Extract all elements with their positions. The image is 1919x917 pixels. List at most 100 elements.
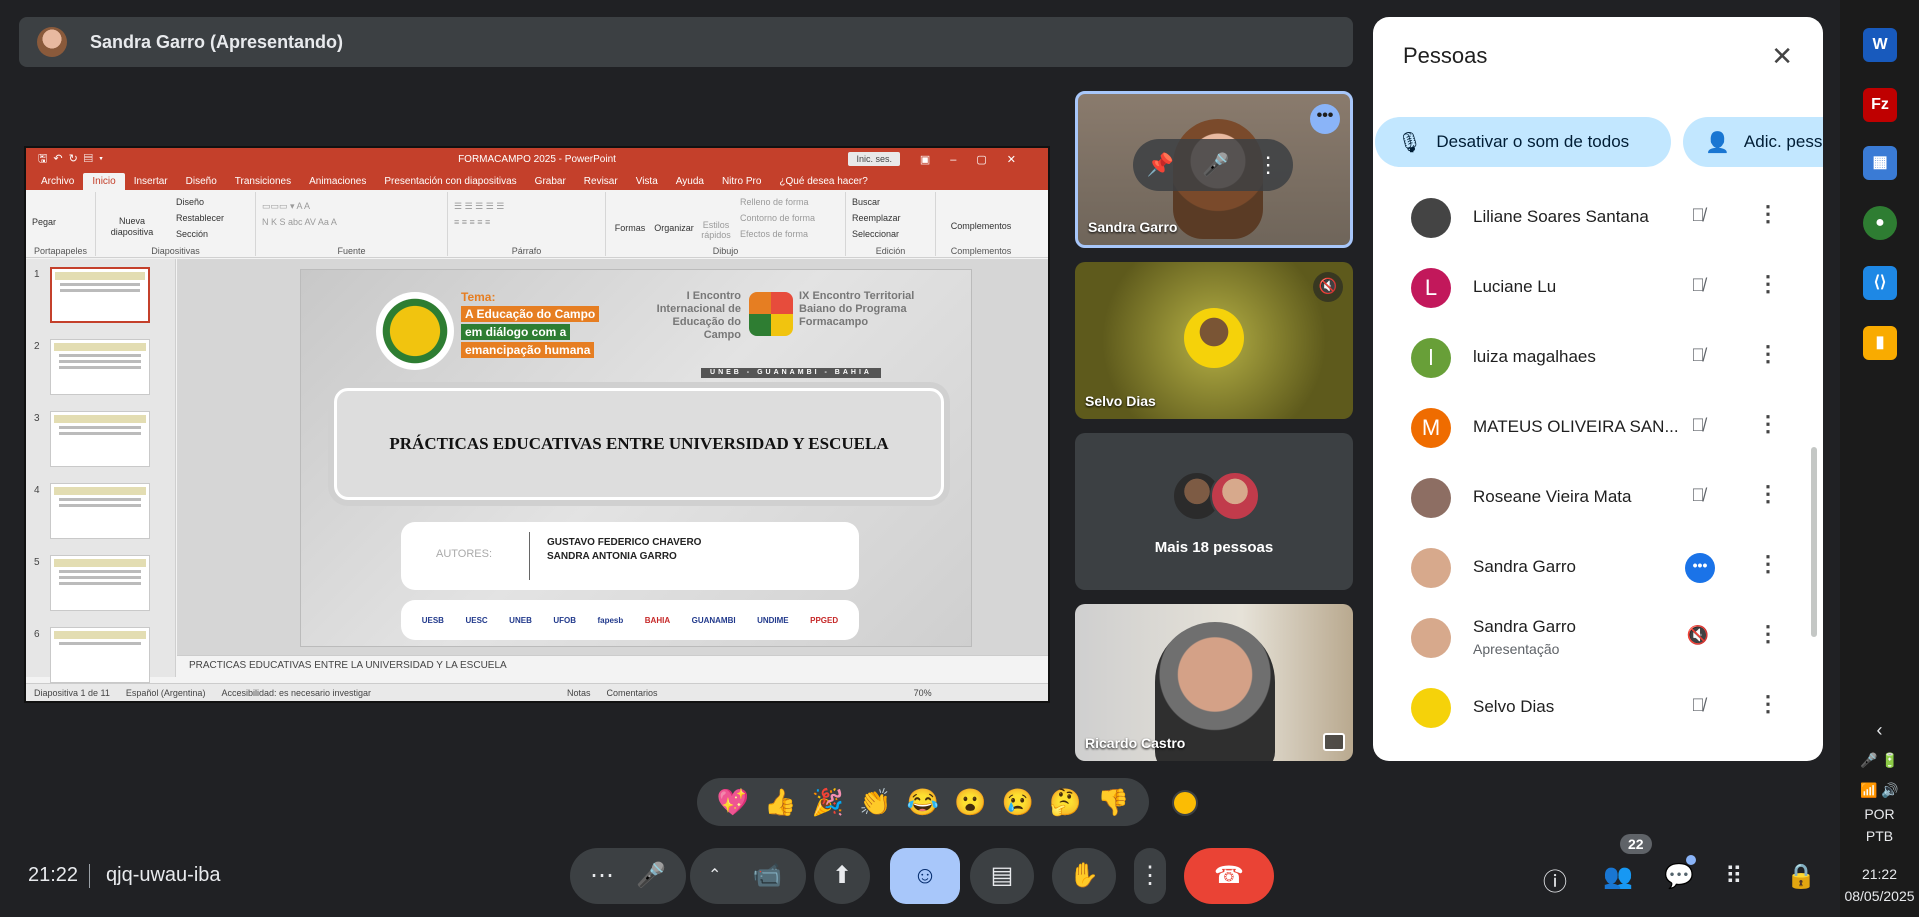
estilos-label: Estilos rápidos (701, 220, 731, 240)
reaction-surprised[interactable]: 😮 (954, 787, 986, 818)
chat-icon[interactable]: 💬 (1664, 862, 1694, 891)
mic-icon[interactable]: 🎤 (636, 848, 666, 904)
reaction-laugh[interactable]: 😂 (907, 787, 939, 818)
avatar: L (1411, 268, 1451, 308)
notification-dot (1686, 855, 1696, 865)
more-vert-icon[interactable]: ⋮ (1757, 621, 1779, 647)
participant-list: Liliane Soares Santana 🎙̸ ⋮ L Luciane Lu… (1373, 183, 1823, 761)
reaction-party[interactable]: 🎉 (812, 787, 844, 818)
shared-screen: 🖫↶↻▤▾ FORMACAMPO 2025 - PowerPoint Inic.… (24, 146, 1050, 703)
participant-row[interactable]: Selvo Dias 🎙̸ ⋮ (1373, 673, 1823, 743)
close-icon[interactable]: ✕ (1771, 41, 1793, 72)
diseno-label: Diseño (176, 197, 205, 207)
ppt-tab: Presentación con diapositivas (384, 176, 517, 187)
participant-row[interactable]: Liliane Soares Santana 🎙̸ ⋮ (1373, 183, 1823, 253)
more-vert-icon[interactable]: ⋮ (1757, 341, 1779, 367)
participant-row[interactable]: L Luciane Lu 🎙̸ ⋮ (1373, 253, 1823, 323)
filezilla-icon[interactable]: Fz (1863, 88, 1897, 122)
contorno-label: Contorno de forma (740, 213, 816, 223)
avatar (1411, 478, 1451, 518)
video-tile-ricardo[interactable]: Ricardo Castro (1075, 604, 1353, 761)
slide-title: PRÁCTICAS EDUCATIVAS ENTRE UNIVERSIDAD Y… (389, 434, 889, 453)
people-icon[interactable]: 👥 (1603, 862, 1633, 891)
evernote-icon[interactable]: ● (1863, 206, 1897, 240)
expand-icon[interactable] (1323, 733, 1345, 751)
participant-row[interactable]: l luiza magalhaes 🎙̸ ⋮ (1373, 323, 1823, 393)
skin-tone-selector[interactable] (1172, 790, 1198, 816)
more-vert-icon: ⋮ (1138, 862, 1162, 889)
leave-call-button[interactable]: ☎ (1184, 848, 1274, 904)
participant-name: Luciane Lu (1473, 277, 1557, 296)
present-button[interactable]: ⬆ (814, 848, 870, 904)
vscode-icon[interactable]: ⟨⟩ (1863, 266, 1897, 300)
info-icon[interactable]: ⓘ (1543, 862, 1567, 897)
ppt-tab: Diseño (185, 176, 217, 187)
more-vert-icon[interactable]: ⋮ (1757, 691, 1779, 717)
tema-line2: em diálogo com a (461, 324, 571, 340)
sticky-notes-icon[interactable]: ▮ (1863, 326, 1897, 360)
more-vert-icon[interactable]: ⋮ (1757, 481, 1779, 507)
taskbar-time[interactable]: 21:22 (1840, 866, 1919, 882)
participant-row[interactable]: Sandra Garro Apresentação 🔇 ⋮ (1373, 603, 1823, 673)
add-people-button[interactable]: 👤 Adic. pessoas (1683, 117, 1823, 167)
participant-row[interactable]: Roseane Vieira Mata 🎙̸ ⋮ (1373, 463, 1823, 533)
reaction-thinking[interactable]: 🤔 (1049, 787, 1081, 818)
input-lang-2[interactable]: PTB (1840, 828, 1919, 844)
video-tile-sandra[interactable]: 📌 🎤 ⋮ ••• Sandra Garro (1075, 91, 1353, 248)
complementos-button: Complementos (950, 221, 1012, 231)
input-lang-1[interactable]: POR (1840, 806, 1919, 822)
reaction-sad[interactable]: 😢 (1002, 787, 1034, 818)
pin-icon[interactable]: 📌 (1147, 152, 1174, 178)
app-icon[interactable]: ▦ (1863, 146, 1897, 180)
panel-scrollbar[interactable] (1811, 447, 1817, 637)
pegar-label: Pegar (32, 217, 57, 227)
avatar (1411, 688, 1451, 728)
participant-name: Sandra Garro (1473, 557, 1576, 576)
participant-row[interactable]: Sandra Garro ••• ⋮ (1373, 533, 1823, 603)
ppt-tab: Transiciones (234, 176, 292, 187)
more-options-button[interactable]: ⋮ (1134, 848, 1166, 904)
group-portapapeles: Pegar Portapapeles (26, 192, 96, 256)
thumb-number: 5 (34, 557, 40, 568)
chevron-left-icon[interactable]: ‹ (1840, 720, 1919, 741)
more-audio-options-icon[interactable]: ⋯ (590, 848, 614, 904)
activities-icon[interactable]: ⠿ (1725, 862, 1743, 891)
reaction-clap[interactable]: 👏 (859, 787, 891, 818)
group-label: Complementos (950, 246, 1012, 256)
video-tile-more-people[interactable]: Mais 18 pessoas (1075, 433, 1353, 590)
more-vert-icon[interactable]: ⋮ (1757, 201, 1779, 227)
more-vert-icon[interactable]: ⋮ (1757, 271, 1779, 297)
host-controls-icon[interactable]: 🔒 (1786, 862, 1816, 891)
captions-button[interactable]: ▤ (970, 848, 1034, 904)
ppt-tab: Vista (635, 176, 658, 187)
video-tile-selvo[interactable]: 🔇 Selvo Dias (1075, 262, 1353, 419)
word-icon[interactable]: W (1863, 28, 1897, 62)
reaction-heart[interactable]: 💖 (717, 787, 749, 818)
author-1: GUSTAVO FEDERICO CHAVERO (547, 537, 702, 548)
group-label: Portapapeles (33, 246, 88, 256)
network-volume-icons[interactable]: 📶 🔊 (1840, 782, 1919, 799)
more-vert-icon[interactable]: ⋮ (1257, 152, 1279, 178)
raise-hand-button[interactable]: ✋ (1052, 848, 1116, 904)
group-parrafo: ☰ ☰ ☰ ☰ ☰ ≡ ≡ ≡ ≡ ≡ Párrafo (448, 192, 606, 256)
reaction-thumbs-up[interactable]: 👍 (764, 787, 796, 818)
mic-off-icon: 🎙̸ (1691, 345, 1705, 365)
volume-off-icon: 🔇 (1686, 625, 1710, 645)
ppt-tab: Ayuda (675, 176, 704, 187)
system-tray-icons[interactable]: 🎤 🔋 (1840, 752, 1919, 769)
group-label: Fuente (337, 246, 366, 256)
reactions-button[interactable]: ☺ (890, 848, 960, 904)
mute-all-button[interactable]: 🎙 Desativar o som de todos (1375, 117, 1671, 167)
status-comentarios: Comentarios (606, 687, 658, 698)
reactions-bar: 💖 👍 🎉 👏 😂 😮 😢 🤔 👎 (697, 778, 1149, 826)
participant-row[interactable]: M MATEUS OLIVEIRA SAN... 🎙̸ ⋮ (1373, 393, 1823, 463)
mic-icon[interactable]: 🎤 (1202, 152, 1229, 178)
more-vert-icon[interactable]: ⋮ (1757, 551, 1779, 577)
more-vert-icon[interactable]: ⋮ (1757, 411, 1779, 437)
chevron-up-icon[interactable]: ⌃ (708, 848, 721, 904)
reaction-thumbs-down[interactable]: 👎 (1097, 787, 1129, 818)
emoji-icon: ☺ (912, 862, 938, 889)
camera-icon[interactable]: 📹 (752, 848, 782, 904)
avatar (1184, 308, 1244, 368)
taskbar-date[interactable]: 08/05/2025 (1840, 888, 1919, 904)
